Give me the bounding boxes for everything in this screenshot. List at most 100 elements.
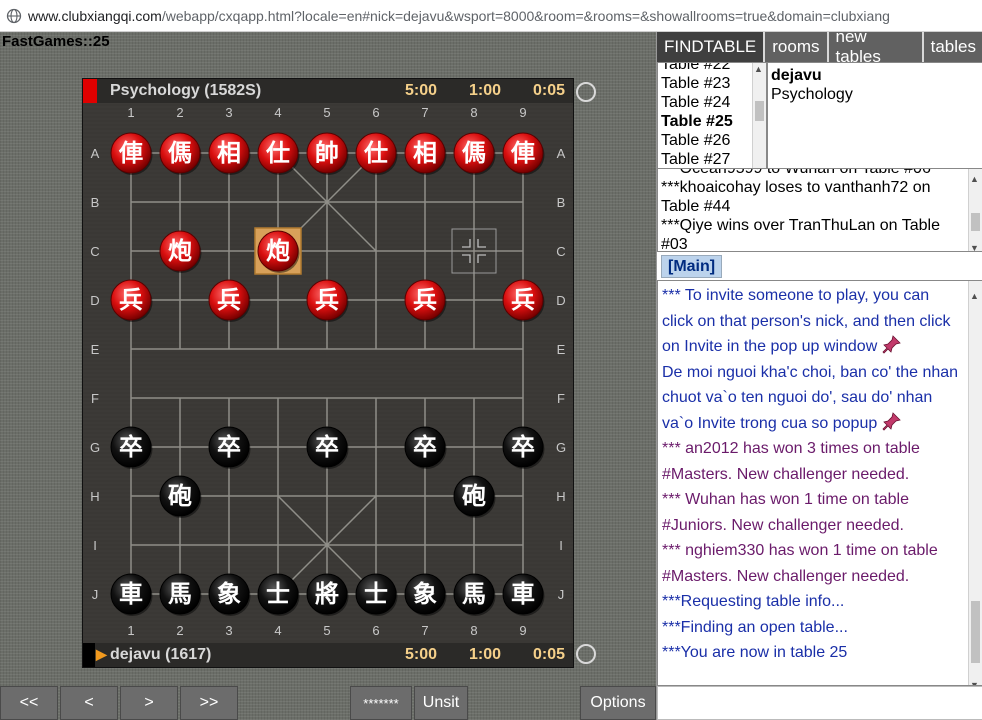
xiangqi-board[interactable]: 112233445566778899A AB BC CD DE EF FG GH HI IJ J俥傌… [83,103,573,643]
rank-label-right: C [556,244,565,259]
red-piece-label: 兵 [217,286,241,314]
bottom-player-extra-time: 0:05 [533,646,566,663]
file-label-bottom: 8 [470,623,477,638]
red-piece-label: 炮 [168,237,192,265]
rank-label-left: B [91,195,100,210]
file-label-bottom: 1 [127,623,134,638]
red-piece-label: 兵 [119,286,143,314]
red-piece-label: 兵 [511,286,535,314]
table-list-item[interactable]: Table #24 [661,93,733,112]
tab-tables[interactable]: tables [923,32,982,62]
table-info-nick[interactable]: dejavu [771,66,979,85]
top-seat-circle-icon[interactable] [576,82,596,102]
scroll-up-icon[interactable]: ▲ [970,170,979,189]
file-label-bottom: 5 [323,623,330,638]
red-piece-label: 仕 [265,139,290,167]
black-piece-label: 卒 [315,433,339,461]
event-line: ***Ocean9599 to Wuhan on Table #06 [661,168,931,177]
red-piece-label: 仕 [363,139,388,167]
url-host: www.clubxiangqi.com [28,7,162,24]
prev-move-button[interactable]: < [60,686,118,720]
black-turn-indicator [83,643,95,667]
chat-message: *** an2012 has won 3 times on table #Mas… [662,440,920,483]
channel-tab-main[interactable]: [Main] [661,255,723,278]
scroll-down-icon[interactable]: ▼ [970,673,979,685]
scroll-thumb[interactable] [971,213,980,231]
red-piece-label: 傌 [168,139,192,167]
red-piece-label: 炮 [266,237,290,265]
file-label-top: 9 [519,105,526,120]
red-piece-label: 兵 [413,286,437,314]
file-label-bottom: 3 [225,623,232,638]
file-label-bottom: 4 [274,623,281,638]
table-info-opponent[interactable]: Psychology [771,85,979,104]
top-player-name[interactable]: Psychology (1582S) [110,82,261,100]
file-label-top: 1 [127,105,134,120]
black-piece-label: 車 [119,580,143,608]
black-piece-label: 砲 [462,482,486,510]
table-list-item[interactable]: Table #23 [661,74,733,93]
panel-tabs: FINDTABLE rooms new tables tables [657,27,982,66]
rank-label-left: C [90,244,99,259]
black-piece-label: 象 [413,580,437,608]
bottom-player-bar: ▶ dejavu (1617) 5:00 1:00 0:05 [83,643,573,667]
black-piece-label: 士 [266,580,290,608]
chat-message: ***Requesting table info... [662,593,845,610]
password-button[interactable]: ******* [350,686,412,720]
scroll-up-icon[interactable]: ▲ [754,64,763,74]
scroll-thumb[interactable] [755,101,764,121]
top-player-bar: Psychology (1582S) 5:00 1:00 0:05 [83,79,573,103]
bottom-player-move-time: 1:00 [469,646,502,663]
table-list-item[interactable]: Table #22 [661,63,733,74]
chat-message: *** To invite someone to play, you can c… [662,287,951,355]
rank-label-left: E [91,342,100,357]
chat-scrollbar[interactable]: ▲ ▼ [968,281,982,685]
rank-label-right: A [557,146,566,161]
top-player-extra-time: 0:05 [533,82,566,99]
last-move-button[interactable]: >> [180,686,238,720]
game-area: FastGames::25 Psychology (1582S) 5:00 1:… [0,32,656,720]
event-log-scrollbar[interactable]: ▲ ▼ [968,169,982,251]
black-piece-label: 車 [511,580,535,608]
chat-input[interactable] [657,686,982,720]
black-piece-label: 馬 [168,580,192,608]
channel-bar: [Main] [657,252,982,280]
event-log: ***Ocean9599 to Wuhan on Table #06 ***kho… [657,168,982,252]
table-list-item[interactable]: Table #25 [661,112,733,131]
unsit-button[interactable]: Unsit [414,686,468,720]
board-frame: Psychology (1582S) 5:00 1:00 0:05 1 1 2 2 3 3… [82,78,574,668]
rank-label-left: A [91,146,100,161]
table-list-item[interactable]: Table #26 [661,131,733,150]
rank-label-right: J [558,587,565,602]
file-label-bottom: 7 [421,623,428,638]
tab-rooms[interactable]: rooms [765,32,829,62]
scroll-down-icon[interactable]: ▼ [970,239,979,251]
file-label-bottom: 6 [372,623,379,638]
black-piece-label: 馬 [462,580,486,608]
tab-findtable[interactable]: FINDTABLE [657,32,766,62]
options-button[interactable]: Options [580,686,656,720]
rank-label-right: H [556,489,565,504]
black-piece-label: 卒 [511,433,535,461]
scroll-up-icon[interactable]: ▲ [970,284,979,310]
chat-message: ***You are now in table 25 [662,644,848,661]
bottom-seat-circle-icon[interactable] [576,644,596,664]
bottom-player-name[interactable]: dejavu (1617) [110,646,211,664]
next-move-button[interactable]: > [120,686,178,720]
red-piece-label: 俥 [510,139,535,167]
black-piece-label: 卒 [119,433,143,461]
red-piece-label: 相 [413,139,437,167]
red-piece-label: 帥 [315,139,339,167]
red-piece-label: 相 [217,139,241,167]
tab-new-tables[interactable]: new tables [828,27,924,66]
rank-label-left: G [90,440,100,455]
first-move-button[interactable]: << [0,686,58,720]
event-line: ***khoaicohay loses to vanthanh72 on Tab… [661,179,931,215]
scroll-thumb[interactable] [971,601,980,663]
table-list-item[interactable]: Table #27 [661,150,733,169]
chat-log: *** To invite someone to play, you can c… [657,280,982,686]
rank-label-right: I [559,538,563,553]
url-path: /webapp/cxqapp.html?locale=en#nick=dejav… [161,7,890,24]
black-piece-label: 卒 [217,433,241,461]
black-piece-label: 砲 [168,482,192,510]
